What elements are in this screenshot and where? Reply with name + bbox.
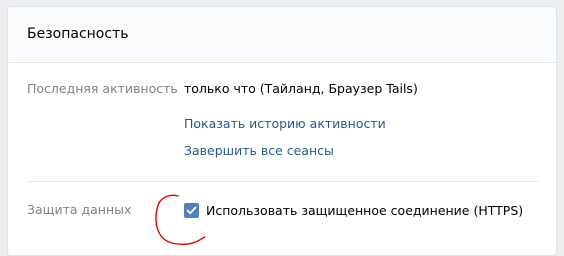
end-all-sessions-link[interactable]: Завершить все сеансы xyxy=(184,143,334,159)
security-card: Безопасность Последняя активность только… xyxy=(7,6,557,256)
last-activity-value: только что (Тайланд, Браузер Tails) xyxy=(184,81,418,96)
divider xyxy=(27,181,538,182)
data-protection-label: Защита данных xyxy=(27,202,132,217)
section-title: Безопасность xyxy=(27,26,129,42)
card-header: Безопасность xyxy=(8,7,556,63)
hand-drawn-circle-annotation xyxy=(155,194,206,246)
last-activity-label: Последняя активность xyxy=(27,81,178,96)
show-activity-history-link[interactable]: Показать историю активности xyxy=(184,116,386,132)
https-checkbox-label[interactable]: Использовать защищенное соединение (HTTP… xyxy=(206,203,523,219)
